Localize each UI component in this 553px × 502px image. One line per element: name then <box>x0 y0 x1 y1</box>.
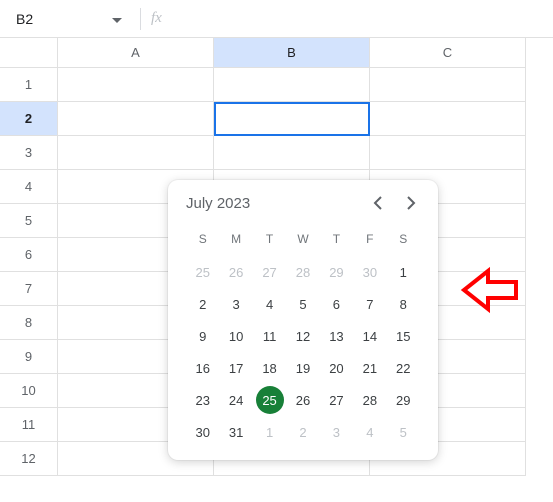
column-header[interactable]: B <box>214 38 370 68</box>
date-picker-day[interactable]: 19 <box>286 352 319 384</box>
date-picker-day[interactable]: 27 <box>253 256 286 288</box>
cell[interactable] <box>214 68 370 102</box>
date-picker-day[interactable]: 2 <box>186 288 219 320</box>
date-picker-day[interactable]: 25 <box>186 256 219 288</box>
day-of-week-label: W <box>286 228 319 256</box>
date-picker-day[interactable]: 3 <box>320 416 353 448</box>
date-picker-day[interactable]: 5 <box>387 416 420 448</box>
day-of-week-label: F <box>353 228 386 256</box>
date-picker-day[interactable]: 11 <box>253 320 286 352</box>
date-picker-day[interactable]: 17 <box>219 352 252 384</box>
date-picker-day[interactable]: 20 <box>320 352 353 384</box>
date-picker-day-today[interactable]: 25 <box>256 386 284 414</box>
column-header[interactable]: C <box>370 38 526 68</box>
fx-icon: fx <box>151 10 162 27</box>
day-of-week-label: T <box>253 228 286 256</box>
annotation-arrow-icon <box>458 265 522 318</box>
cell[interactable] <box>58 68 214 102</box>
row-header[interactable]: 1 <box>0 68 58 102</box>
name-box-bar: B2 fx <box>0 0 553 38</box>
date-picker-day[interactable]: 8 <box>387 288 420 320</box>
cell[interactable] <box>370 68 526 102</box>
date-picker-title: July 2023 <box>186 195 250 212</box>
date-picker-day[interactable]: 23 <box>186 384 219 416</box>
next-month-icon[interactable] <box>402 194 420 212</box>
active-cell-ref: B2 <box>16 11 33 27</box>
date-picker-day[interactable]: 14 <box>353 320 386 352</box>
date-picker-header: July 2023 <box>186 194 420 212</box>
date-picker-day[interactable]: 31 <box>219 416 252 448</box>
row-header[interactable]: 3 <box>0 136 58 170</box>
day-of-week-label: M <box>219 228 252 256</box>
row-header[interactable]: 4 <box>0 170 58 204</box>
date-picker-day[interactable]: 24 <box>219 384 252 416</box>
date-picker-day[interactable]: 22 <box>387 352 420 384</box>
cell[interactable] <box>58 102 214 136</box>
date-picker-day[interactable]: 21 <box>353 352 386 384</box>
cell[interactable] <box>214 136 370 170</box>
cell[interactable] <box>214 102 370 136</box>
date-picker-day[interactable]: 18 <box>253 352 286 384</box>
date-picker-day[interactable]: 1 <box>253 416 286 448</box>
date-picker-day[interactable]: 26 <box>286 384 319 416</box>
day-of-week-label: S <box>387 228 420 256</box>
date-picker-day[interactable]: 28 <box>286 256 319 288</box>
date-picker-nav <box>368 194 420 212</box>
name-box[interactable]: B2 <box>10 6 130 32</box>
row-header[interactable]: 9 <box>0 340 58 374</box>
row-header[interactable]: 6 <box>0 238 58 272</box>
date-picker-grid: SMTWTFS252627282930123456789101112131415… <box>186 228 420 448</box>
date-picker-day[interactable]: 29 <box>387 384 420 416</box>
date-picker-day[interactable]: 10 <box>219 320 252 352</box>
prev-month-icon[interactable] <box>368 194 386 212</box>
row-header[interactable]: 5 <box>0 204 58 238</box>
date-picker-day[interactable]: 29 <box>320 256 353 288</box>
date-picker-day[interactable]: 15 <box>387 320 420 352</box>
date-picker-day[interactable]: 9 <box>186 320 219 352</box>
row-header[interactable]: 10 <box>0 374 58 408</box>
row-header[interactable]: 8 <box>0 306 58 340</box>
date-picker-day[interactable]: 1 <box>387 256 420 288</box>
date-picker: July 2023 SMTWTFS25262728293012345678910… <box>168 180 438 460</box>
date-picker-day[interactable]: 3 <box>219 288 252 320</box>
date-picker-day[interactable]: 12 <box>286 320 319 352</box>
date-picker-day[interactable]: 4 <box>353 416 386 448</box>
divider <box>140 8 141 30</box>
day-of-week-label: T <box>320 228 353 256</box>
date-picker-day[interactable]: 26 <box>219 256 252 288</box>
row-header[interactable]: 2 <box>0 102 58 136</box>
date-picker-day[interactable]: 13 <box>320 320 353 352</box>
date-picker-day[interactable]: 30 <box>353 256 386 288</box>
row-header[interactable]: 12 <box>0 442 58 476</box>
name-box-dropdown-icon[interactable] <box>112 11 130 27</box>
cell[interactable] <box>370 136 526 170</box>
cell[interactable] <box>58 136 214 170</box>
day-of-week-label: S <box>186 228 219 256</box>
date-picker-day[interactable]: 28 <box>353 384 386 416</box>
date-picker-day[interactable]: 30 <box>186 416 219 448</box>
date-picker-day[interactable]: 16 <box>186 352 219 384</box>
date-picker-day[interactable]: 27 <box>320 384 353 416</box>
date-picker-day[interactable]: 2 <box>286 416 319 448</box>
date-picker-day[interactable]: 6 <box>320 288 353 320</box>
row-header[interactable]: 7 <box>0 272 58 306</box>
date-picker-day[interactable]: 7 <box>353 288 386 320</box>
cell[interactable] <box>370 102 526 136</box>
row-header[interactable]: 11 <box>0 408 58 442</box>
column-header[interactable]: A <box>58 38 214 68</box>
corner-cell[interactable] <box>0 38 58 68</box>
date-picker-day[interactable]: 5 <box>286 288 319 320</box>
date-picker-day[interactable]: 4 <box>253 288 286 320</box>
